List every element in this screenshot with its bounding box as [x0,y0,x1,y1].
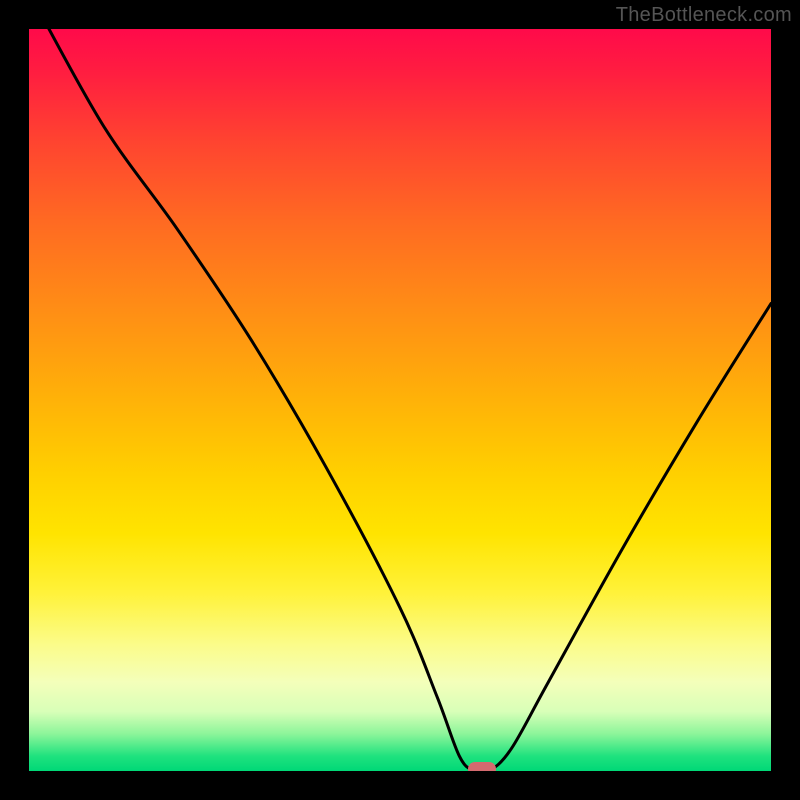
chart-frame: TheBottleneck.com [0,0,800,800]
plot-area [29,29,771,771]
bottleneck-curve [29,29,771,771]
optimal-marker [468,762,496,771]
watermark-text: TheBottleneck.com [616,4,792,27]
